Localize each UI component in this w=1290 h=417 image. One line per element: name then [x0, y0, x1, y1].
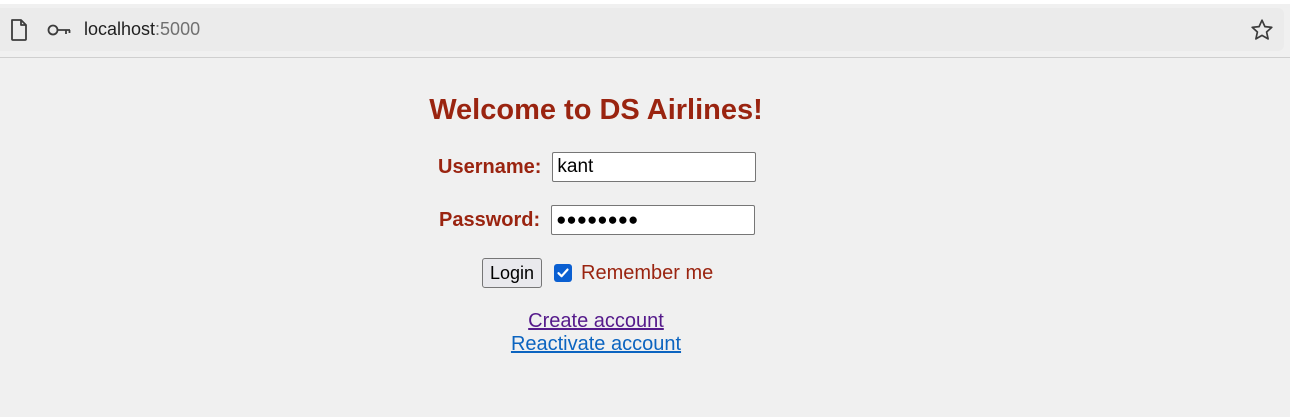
remember-me-label[interactable]: Remember me: [581, 262, 713, 285]
password-row: Password: ●●●●●●●●: [439, 205, 756, 235]
browser-toolbar: localhost:5000: [0, 0, 1290, 58]
remember-me-checkbox[interactable]: [554, 264, 572, 282]
username-row: Username:: [438, 152, 757, 182]
key-icon[interactable]: [44, 8, 74, 51]
username-input[interactable]: [552, 152, 757, 182]
login-row: Login Remember me: [482, 258, 713, 288]
page-title: Welcome to DS Airlines!: [429, 94, 763, 126]
page-icon[interactable]: [6, 8, 32, 51]
page-content: Welcome to DS Airlines! Username: Passwo…: [0, 58, 1290, 417]
password-input[interactable]: ●●●●●●●●: [551, 205, 756, 235]
address-bar[interactable]: localhost:5000: [0, 8, 1284, 51]
create-account-link[interactable]: Create account: [0, 310, 1192, 333]
account-links: Create account Reactivate account: [0, 310, 1192, 356]
tab-strip: [0, 0, 1290, 4]
password-label: Password:: [439, 208, 541, 231]
url-host: localhost: [84, 19, 156, 39]
url-text[interactable]: localhost:5000: [84, 8, 200, 51]
reactivate-account-link[interactable]: Reactivate account: [0, 333, 1192, 356]
username-label: Username:: [438, 155, 542, 178]
checkmark-icon: [557, 268, 569, 278]
star-icon[interactable]: [1248, 8, 1276, 51]
login-button[interactable]: Login: [482, 258, 542, 288]
url-port: :5000: [155, 19, 201, 39]
